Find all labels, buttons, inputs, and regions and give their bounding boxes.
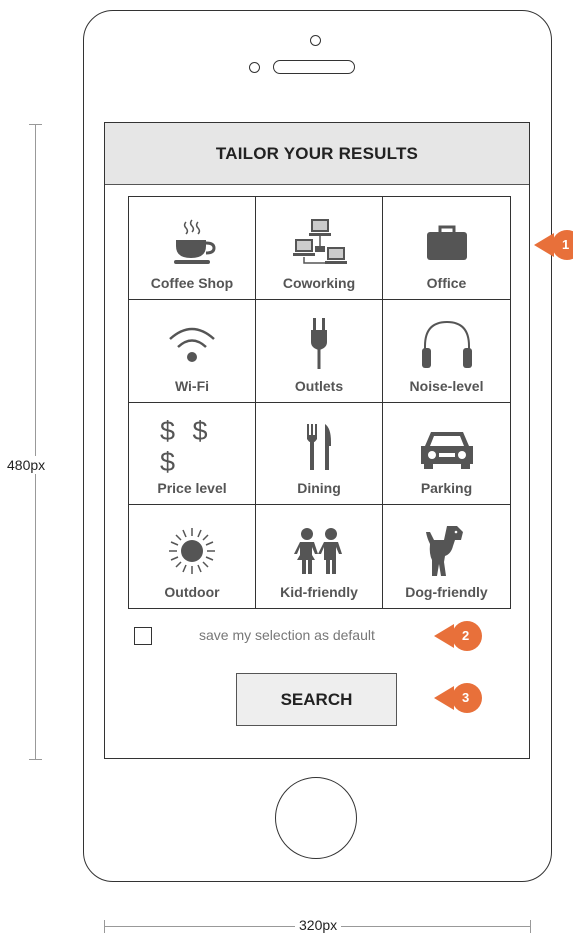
phone-screen: TAILOR YOUR RESULTS Coffee Shop Coworkin… — [104, 122, 530, 759]
annotation-marker-3-number: 3 — [462, 690, 470, 705]
category-label: Outdoor — [164, 584, 220, 600]
height-dimension-bottom-cap — [29, 759, 42, 760]
category-dining[interactable]: Dining — [256, 402, 383, 506]
earpiece-speaker — [273, 60, 355, 74]
annotation-marker-3-icon — [434, 683, 482, 713]
annotation-marker-2-number: 2 — [462, 628, 470, 643]
category-label: Outlets — [294, 377, 344, 394]
search-button[interactable]: SEARCH — [236, 673, 397, 726]
save-default-checkbox[interactable] — [134, 627, 152, 645]
proximity-sensor — [249, 62, 260, 73]
category-label: Coworking — [282, 274, 356, 291]
category-label: Dining — [297, 480, 341, 497]
height-dimension-line — [35, 124, 36, 759]
dog-icon — [415, 526, 479, 576]
children-icon — [287, 526, 351, 576]
category-label: Coffee Shop — [150, 274, 234, 291]
price-glyph: $ $ $ — [160, 416, 213, 478]
category-price-level[interactable]: $ $ $ Price level — [129, 402, 256, 506]
category-coffee-shop[interactable]: Coffee Shop — [129, 197, 256, 300]
front-camera — [310, 35, 321, 46]
category-office[interactable]: Office — [383, 197, 510, 300]
category-grid: Coffee Shop Coworking Office Wi-Fi Outle… — [128, 196, 511, 609]
power-plug-icon — [287, 317, 351, 370]
annotation-marker-2-icon — [434, 621, 482, 651]
category-noise-level[interactable]: Noise-level — [383, 300, 510, 403]
category-wifi[interactable]: Wi-Fi — [129, 299, 256, 403]
save-default-label: save my selection as default — [199, 627, 375, 643]
category-label: Price level — [157, 480, 227, 497]
briefcase-icon — [415, 217, 479, 267]
category-outlets[interactable]: Outlets — [256, 299, 383, 403]
dollar-signs-icon: $ $ $ — [160, 416, 224, 477]
fork-knife-icon — [287, 422, 351, 472]
height-dimension-label: 480px — [6, 456, 47, 474]
home-button[interactable] — [275, 777, 357, 859]
wifi-icon — [160, 320, 224, 370]
networked-computers-icon — [287, 217, 351, 267]
coffee-cup-icon — [160, 217, 224, 267]
category-outdoor[interactable]: Outdoor — [129, 505, 256, 608]
car-icon — [415, 422, 479, 472]
category-label: Noise-level — [409, 377, 484, 394]
category-label: Kid-friendly — [280, 584, 358, 600]
category-dog-friendly[interactable]: Dog-friendly — [383, 505, 510, 608]
category-label: Dog-friendly — [405, 584, 488, 600]
category-kid-friendly[interactable]: Kid-friendly — [256, 505, 383, 608]
annotation-marker-1-number: 1 — [562, 237, 570, 252]
width-dimension-label: 320px — [295, 917, 342, 933]
category-label: Wi-Fi — [174, 377, 210, 394]
screen-title: TAILOR YOUR RESULTS — [105, 123, 529, 185]
category-parking[interactable]: Parking — [383, 403, 510, 506]
sun-icon — [160, 526, 224, 576]
height-dimension-top-cap — [29, 124, 42, 125]
width-dimension-right-cap — [530, 920, 531, 933]
width-dimension-left-cap — [104, 920, 105, 933]
headphones-icon — [415, 320, 479, 370]
category-label: Office — [426, 274, 467, 291]
category-coworking[interactable]: Coworking — [256, 197, 383, 300]
category-label: Parking — [420, 480, 473, 497]
